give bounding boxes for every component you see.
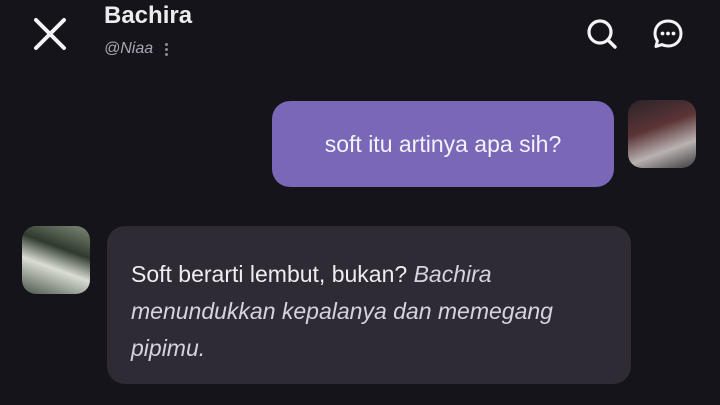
character-message-text: Soft berarti lembut, bukan? — [131, 261, 414, 287]
more-vertical-icon[interactable] — [161, 41, 172, 58]
search-icon — [587, 19, 617, 49]
user-avatar[interactable] — [628, 100, 696, 168]
new-chat-button[interactable] — [646, 12, 690, 56]
user-message-bubble[interactable]: soft itu artinya apa sih? — [272, 101, 614, 187]
character-message-bubble[interactable]: Soft berarti lembut, bukan? Bachira menu… — [107, 226, 631, 384]
header-title-group: Bachira @Niaa — [104, 2, 192, 58]
chat-header: Bachira @Niaa — [0, 0, 720, 72]
creator-handle[interactable]: @Niaa — [104, 40, 153, 58]
user-message-text: soft itu artinya apa sih? — [324, 130, 562, 157]
character-avatar[interactable] — [22, 226, 90, 294]
close-button[interactable] — [28, 12, 72, 56]
chat-bubble-icon — [653, 19, 683, 48]
chat-screen: Bachira @Niaa soft itu artinya apa sih? … — [0, 0, 720, 405]
search-button[interactable] — [580, 12, 624, 56]
handle-row: @Niaa — [104, 40, 192, 58]
close-icon — [34, 18, 66, 50]
character-name: Bachira — [104, 2, 193, 29]
